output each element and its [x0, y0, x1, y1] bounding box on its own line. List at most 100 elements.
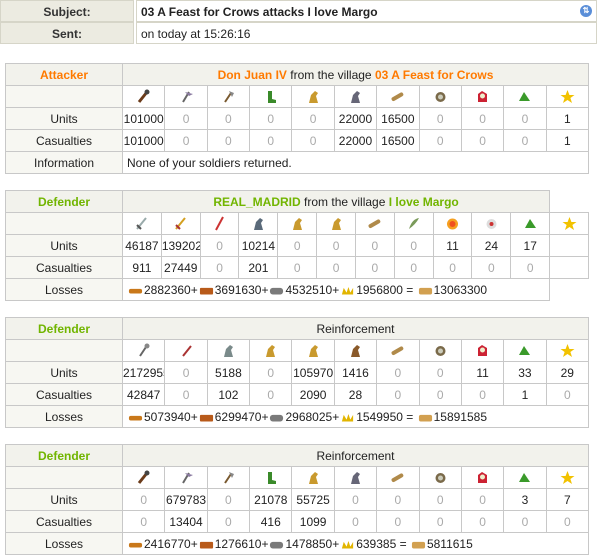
units-cell: 105970 [291, 361, 335, 384]
units-cell: 0 [206, 488, 251, 511]
crop-resource-icon [340, 539, 355, 549]
pike-icon [212, 216, 227, 231]
casualties-cell: 0 [418, 129, 462, 152]
subject-row: Subject: 03 A Feast for Crows attacks I … [0, 0, 597, 23]
unit-icon-cell [510, 212, 551, 235]
settler-icon [523, 216, 538, 231]
horse-icon [290, 216, 305, 231]
info-label: Information [5, 151, 123, 174]
settler-icon [517, 470, 532, 485]
unit-icon-cell [291, 339, 335, 362]
crop-loss: 639385 [356, 536, 397, 551]
club-icon [136, 470, 151, 485]
casualties-cell: 0 [249, 129, 293, 152]
boot-icon [263, 470, 278, 485]
lumber-loss: 5073940 [144, 409, 191, 424]
units-cell: 11 [460, 361, 505, 384]
unit-icon-cell [249, 466, 293, 489]
defender2-losses: 5073940+ 6299470+ 2968025+ 1549950 = 158915… [122, 405, 589, 428]
casualties-cell: 1 [545, 129, 590, 152]
casualties-cell: 22000 [333, 129, 378, 152]
casualties-cell: 27449 [160, 256, 201, 279]
unit-icon-cell [503, 85, 547, 108]
casualties-label: Casualties [5, 383, 123, 406]
unit-icon-cell [460, 339, 505, 362]
defender2-icons-row [5, 339, 590, 362]
defender1-village-link[interactable]: I love Margo [389, 195, 459, 209]
casualties-cell: 0 [510, 256, 551, 279]
defender1-player-link[interactable]: REAL_MADRID [213, 195, 300, 209]
unit-icon-cell [249, 85, 293, 108]
defender1-losses: 2882360+ 3691630+ 4532510+ 1956800 = 130633… [121, 278, 551, 301]
unit-icon-cell [164, 339, 208, 362]
casualties-cell: 0 [164, 383, 208, 406]
units-cell: 11 [432, 234, 473, 257]
unit-icon-cell [121, 85, 166, 108]
crop-resource-icon [340, 285, 355, 295]
lumber-loss: 2416770 [144, 536, 191, 551]
casualties-label: Casualties [5, 129, 123, 152]
units-cell: 0 [164, 361, 208, 384]
iron-loss: 4532510 [285, 282, 333, 297]
attacker-table: Attacker Don Juan IV from the village 03… [5, 63, 590, 174]
attacker-icons-row [5, 85, 590, 108]
casualties-cell: 0 [432, 256, 473, 279]
horse-icon [263, 343, 278, 358]
units-cell: 101000 [121, 107, 166, 130]
clay-resource-icon [199, 285, 214, 295]
total-loss: 15891585 [433, 409, 487, 424]
subject-label: Subject: [0, 0, 134, 22]
casualties-cell: 101000 [121, 129, 166, 152]
defender3-losses-row: Losses 2416770+ 1276610+ 1478850+ 639385 = … [5, 532, 589, 555]
unit-icon-cell [393, 212, 434, 235]
unit-icon-cell [291, 466, 335, 489]
iron-resource-icon [269, 285, 284, 295]
units-cell: 0 [418, 107, 462, 130]
units-cell: 0 [333, 488, 378, 511]
casualties-cell: 0 [354, 256, 395, 279]
units-cell: 0 [418, 361, 462, 384]
horse-helmet-icon [348, 89, 363, 104]
units-cell: 0 [418, 488, 462, 511]
attacker-info-row: Information None of your soldiers return… [5, 151, 589, 174]
casualties-label: Casualties [5, 256, 123, 279]
lumber-resource-icon [128, 412, 143, 422]
horse-head-icon [251, 216, 266, 231]
casualties-cell: 911 [122, 256, 162, 279]
units-cell: 1416 [333, 361, 378, 384]
units-cell: 5188 [206, 361, 251, 384]
units-cell: 21078 [249, 488, 293, 511]
casualties-cell: 0 [291, 129, 335, 152]
sent-row: Sent: on today at 15:26:16 [0, 22, 597, 45]
defender1-units-row: Units4618713920210102140000112417 [5, 234, 589, 257]
casualties-cell: 0 [418, 510, 462, 533]
unit-icon-cell [121, 466, 166, 489]
casualties-cell: 0 [545, 383, 590, 406]
unit-icon-cell [277, 212, 318, 235]
casualties-cell: 416 [249, 510, 293, 533]
unit-icon-cell [249, 339, 293, 362]
defender1-title: REAL_MADRID from the village I love Marg… [121, 190, 551, 213]
scroll-updown-icon[interactable]: ⇅ [580, 5, 592, 17]
defender2-losses-row: Losses 5073940+ 6299470+ 2968025+ 1549950 =… [5, 405, 589, 428]
units-cell: 0 [503, 107, 547, 130]
defender3-icons-row [5, 466, 590, 489]
attacker-title: Don Juan IV from the village 03 A Feast … [122, 63, 589, 86]
attacker-player-link[interactable]: Don Juan IV [218, 68, 287, 82]
units-label: Units [5, 488, 123, 511]
attacker-village-link[interactable]: 03 A Feast for Crows [375, 68, 493, 82]
units-cell: 7 [545, 488, 590, 511]
casualties-cell: 0 [393, 256, 434, 279]
unit-icon-cell [545, 339, 590, 362]
settler-icon [517, 343, 532, 358]
unit-icon-cell [160, 212, 201, 235]
unit-icon-cell [206, 85, 251, 108]
unit-icon-cell [333, 85, 378, 108]
casualties-cell: 0 [249, 383, 293, 406]
iron-resource-icon [269, 539, 284, 549]
casualties-cell [549, 256, 589, 279]
from-text: from the village [300, 194, 389, 209]
casualties-cell: 0 [503, 510, 547, 533]
unit-icon-cell [333, 339, 378, 362]
units-label: Units [5, 107, 123, 130]
